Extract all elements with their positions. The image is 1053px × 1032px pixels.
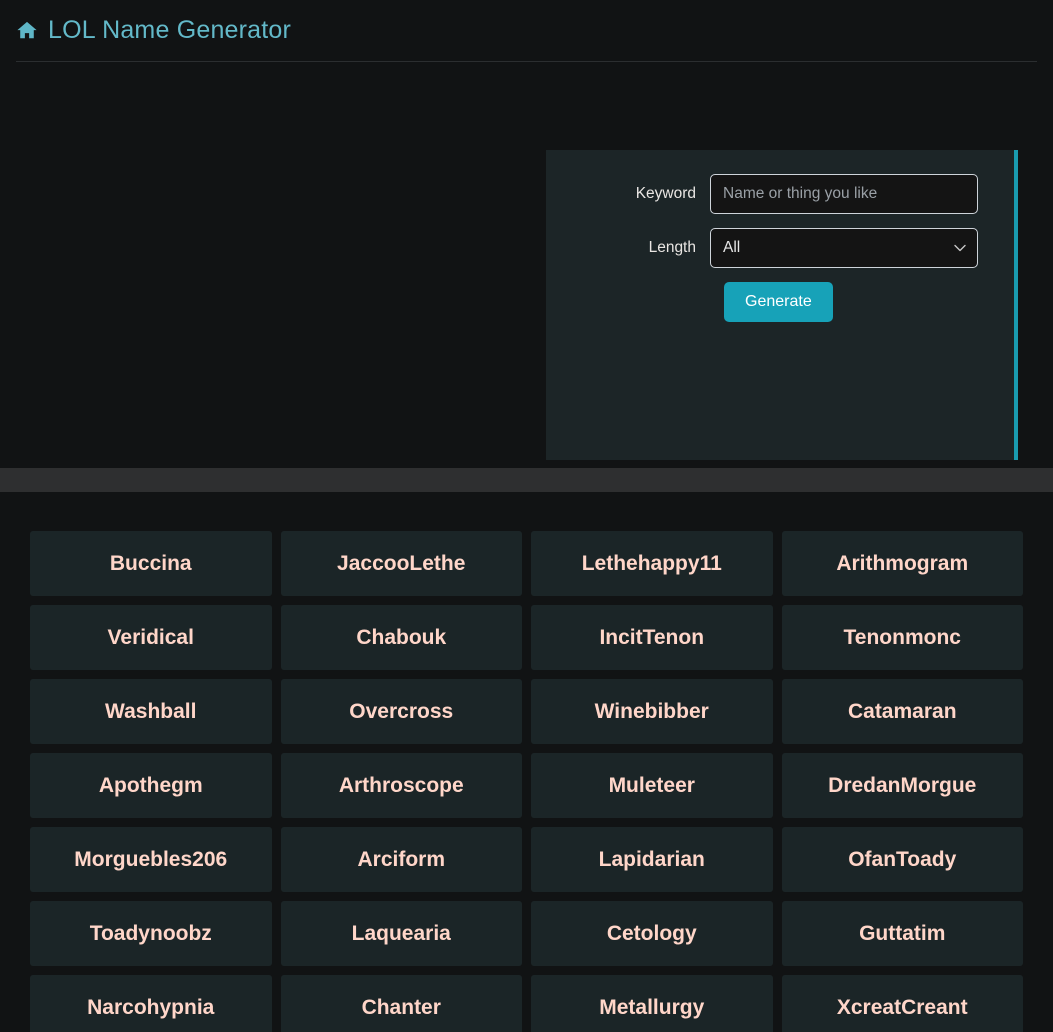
name-card-label: IncitTenon xyxy=(599,625,705,649)
name-card-label: Chabouk xyxy=(356,625,447,649)
name-results-grid: Buccina JaccooLethe Lethehappy11 Arithmogra… xyxy=(30,531,1023,1032)
name-card-label: Overcross xyxy=(349,699,454,723)
section-divider-band xyxy=(0,468,1053,492)
generator-form-panel: Keyword Length All xyxy=(546,150,1018,460)
name-card-label: Morguebles206 xyxy=(74,847,228,871)
name-card[interactable]: Buccina xyxy=(30,531,272,596)
name-card[interactable]: OfanToady xyxy=(781,827,1023,892)
name-card[interactable]: Washball xyxy=(30,679,272,744)
name-card[interactable]: Toadynoobz xyxy=(30,901,272,966)
length-row: Length All xyxy=(546,228,1014,268)
name-card-label: Winebibber xyxy=(594,699,709,723)
keyword-row: Keyword xyxy=(546,150,1014,214)
name-card-label: Tenonmonc xyxy=(843,625,961,649)
generate-button[interactable]: Generate xyxy=(724,282,833,322)
name-card-label: Buccina xyxy=(109,551,192,575)
name-card-label: Lapidarian xyxy=(598,847,705,871)
name-card[interactable]: Lethehappy11 xyxy=(531,531,773,596)
name-card-label: JaccooLethe xyxy=(337,551,466,575)
name-card[interactable]: Chanter xyxy=(280,975,522,1032)
page-title: LOL Name Generator xyxy=(48,15,292,44)
name-card-label: Catamaran xyxy=(847,699,957,723)
site-header: LOL Name Generator xyxy=(0,0,1053,62)
name-card[interactable]: XcreatCreant xyxy=(781,975,1023,1032)
form-actions: Generate xyxy=(546,282,1014,322)
name-card[interactable]: Winebibber xyxy=(531,679,773,744)
generator-section: Keyword Length All xyxy=(0,62,1053,468)
name-card-label: XcreatCreant xyxy=(836,995,968,1019)
name-card[interactable]: Arithmogram xyxy=(781,531,1023,596)
length-select[interactable]: All xyxy=(710,228,978,268)
results-section: Buccina JaccooLethe Lethehappy11 Arithmogra… xyxy=(0,492,1053,1032)
keyword-input[interactable] xyxy=(710,174,978,214)
name-card-label: Arithmogram xyxy=(836,551,969,575)
name-card[interactable]: Catamaran xyxy=(781,679,1023,744)
name-card-label: Arthroscope xyxy=(338,773,464,797)
name-card[interactable]: Narcohypnia xyxy=(30,975,272,1032)
name-card[interactable]: Laquearia xyxy=(280,901,522,966)
name-card[interactable]: Veridical xyxy=(30,605,272,670)
length-label: Length xyxy=(648,239,696,256)
name-card[interactable]: Cetology xyxy=(531,901,773,966)
name-card[interactable]: Overcross xyxy=(280,679,522,744)
name-card[interactable]: Tenonmonc xyxy=(781,605,1023,670)
name-card-label: Laquearia xyxy=(351,921,451,945)
name-card[interactable]: Muleteer xyxy=(531,753,773,818)
name-card-label: Muleteer xyxy=(608,773,695,797)
name-card-label: Arciform xyxy=(357,847,446,871)
name-card[interactable]: Lapidarian xyxy=(531,827,773,892)
name-card-label: DredanMorgue xyxy=(828,773,977,797)
name-card-label: Apothegm xyxy=(98,773,203,797)
name-card[interactable]: Apothegm xyxy=(30,753,272,818)
name-card[interactable]: Morguebles206 xyxy=(30,827,272,892)
name-card-label: Lethehappy11 xyxy=(581,551,722,575)
home-icon xyxy=(16,19,38,41)
name-card-label: OfanToady xyxy=(848,847,957,871)
name-card[interactable]: JaccooLethe xyxy=(280,531,522,596)
keyword-label: Keyword xyxy=(635,185,696,202)
brand-home-link[interactable]: LOL Name Generator xyxy=(16,15,292,45)
name-card-label: Veridical xyxy=(107,625,194,649)
name-card[interactable]: IncitTenon xyxy=(531,605,773,670)
name-card[interactable]: DredanMorgue xyxy=(781,753,1023,818)
name-card-label: Toadynoobz xyxy=(89,921,212,945)
name-card-label: Narcohypnia xyxy=(87,995,215,1019)
name-card[interactable]: Chabouk xyxy=(280,605,522,670)
length-select-value: All xyxy=(723,239,741,256)
name-card-label: Cetology xyxy=(606,921,697,945)
name-card-label: Metallurgy xyxy=(599,995,705,1019)
name-card[interactable]: Arciform xyxy=(280,827,522,892)
name-card-label: Chanter xyxy=(361,995,441,1019)
name-card[interactable]: Guttatim xyxy=(781,901,1023,966)
name-card-label: Guttatim xyxy=(859,921,946,945)
name-card[interactable]: Metallurgy xyxy=(531,975,773,1032)
name-card-label: Washball xyxy=(105,699,197,723)
name-card[interactable]: Arthroscope xyxy=(280,753,522,818)
